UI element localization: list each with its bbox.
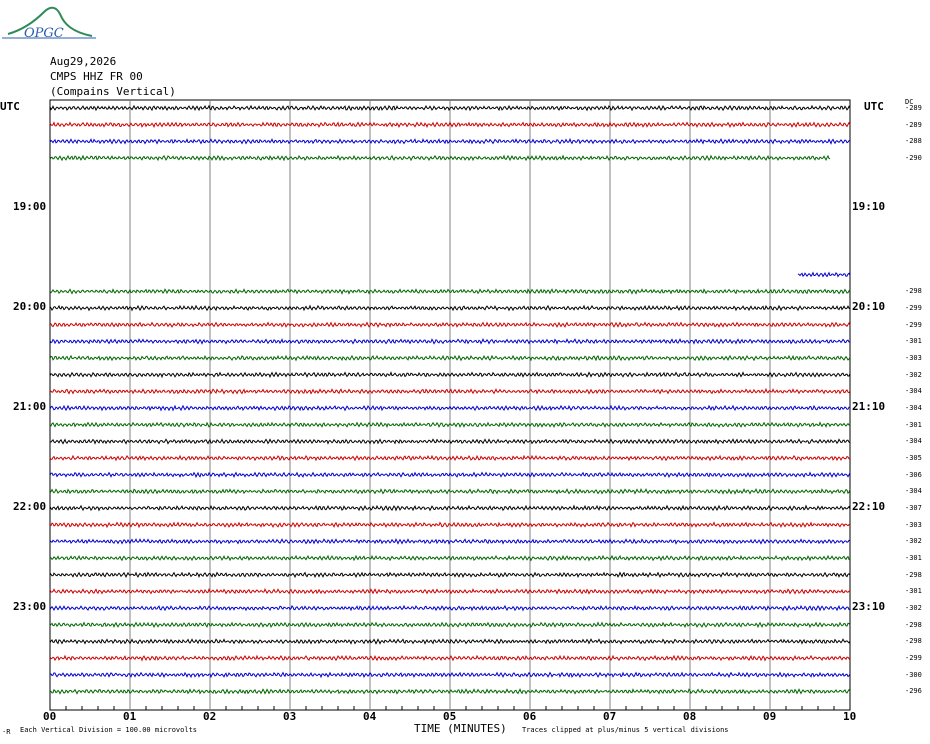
dc-offset-label: -304	[905, 437, 922, 446]
x-tick-label: 07	[603, 710, 617, 723]
dc-offset-label: -290	[905, 154, 922, 162]
right-hour-label: 19:10	[852, 200, 886, 214]
dc-offset-label: -298	[905, 620, 922, 629]
right-hour-label: 21:10	[852, 400, 886, 414]
trace-line	[797, 271, 851, 278]
left-hour-label: 19:00	[13, 200, 47, 214]
dc-offset-label: -299	[905, 304, 922, 313]
dc-offset-label: -304	[905, 404, 922, 413]
dc-offset-label: -302	[905, 537, 922, 546]
seismogram-plot	[49, 99, 851, 711]
dc-offset-label: -288	[905, 137, 922, 146]
x-tick-label: 02	[203, 710, 217, 723]
dc-offset-label: -306	[905, 470, 922, 479]
clip-note: Traces clipped at plus/minus 5 vertical …	[522, 726, 729, 734]
dc-offset-label: -299	[905, 654, 922, 663]
dc-offset-label: -301	[905, 554, 922, 563]
dc-offset-label: -296	[905, 687, 922, 696]
right-hour-label: 23:10	[852, 600, 886, 614]
x-tick-label: 04	[363, 710, 377, 723]
vertical-division-note: Each Vertical Division = 100.00 microvol…	[20, 726, 198, 734]
dc-offset-label: -302	[905, 370, 922, 379]
left-hour-label: 20:00	[13, 300, 47, 314]
dc-offset-label: -307	[905, 504, 922, 513]
dc-offset-label: -303	[905, 354, 922, 363]
dc-offset-label: -303	[905, 520, 922, 529]
dc-offset-label: -298	[905, 287, 922, 296]
dc-offset-label: -304	[905, 487, 922, 496]
dc-offset-label: -305	[905, 454, 922, 463]
x-tick-label: 03	[283, 710, 297, 723]
left-hour-label: 22:00	[13, 500, 47, 514]
dc-offset-label: -301	[905, 337, 922, 346]
dc-offset-label: -289	[905, 104, 922, 112]
left-hour-label: 23:00	[13, 600, 47, 614]
trace-line	[49, 154, 831, 162]
x-tick-label: 01	[123, 710, 137, 723]
dc-offset-label: -298	[905, 570, 922, 579]
corner-mark: ·R	[2, 728, 11, 736]
dc-offset-label: -304	[905, 387, 922, 396]
dc-offset-label: -302	[905, 604, 922, 613]
dc-offset-label: -299	[905, 320, 922, 329]
right-hour-label: 20:10	[852, 300, 886, 314]
dc-offset-label: -301	[905, 420, 922, 429]
x-tick-label: 09	[763, 710, 777, 723]
x-tick-label: 00	[43, 710, 57, 723]
x-tick-label: 10	[843, 710, 857, 723]
right-hour-label: 22:10	[852, 500, 886, 514]
x-axis-label: TIME (MINUTES)	[414, 722, 507, 735]
dc-offset-label: -300	[905, 670, 922, 679]
x-tick-label: 06	[523, 710, 537, 723]
dc-offset-label: -289	[905, 120, 922, 129]
dc-offset-label: -301	[905, 587, 922, 596]
dc-offset-label: -298	[905, 637, 922, 646]
x-tick-label: 08	[683, 710, 697, 723]
left-hour-label: 21:00	[13, 400, 47, 414]
